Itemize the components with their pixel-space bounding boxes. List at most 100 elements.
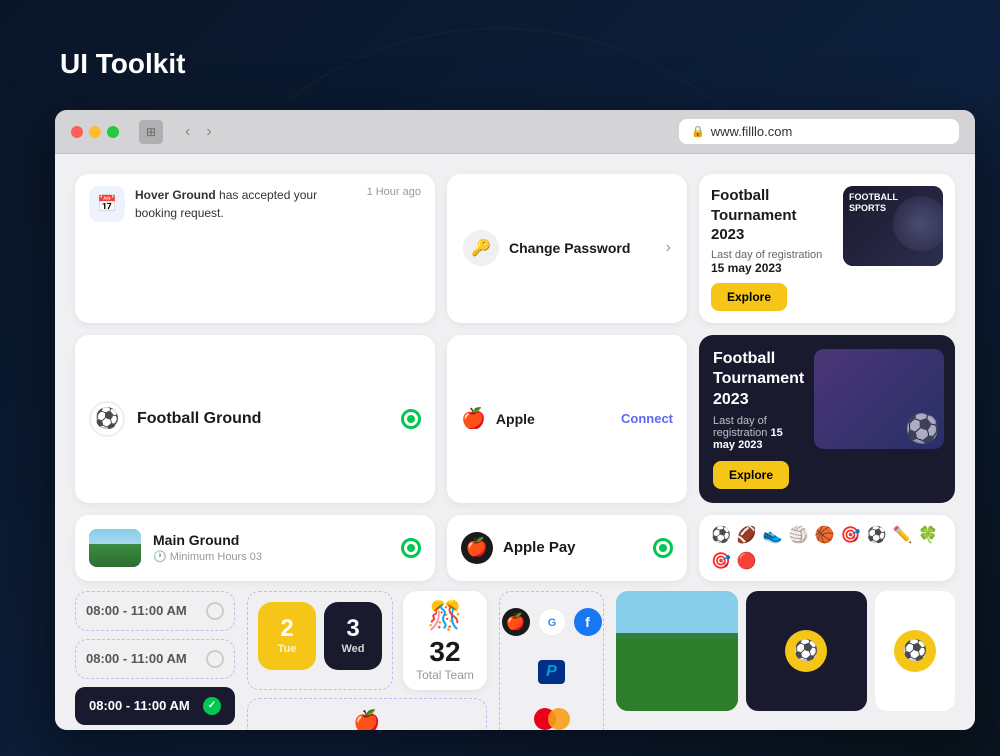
close-button[interactable] xyxy=(71,126,83,138)
tournament-dark-sub: Last day of registration 15 may 2023 xyxy=(713,415,804,451)
notification-icon: 📅 xyxy=(89,186,125,222)
apple-pay-card: 🍎 Apple Pay xyxy=(447,515,687,581)
apple-pay-name: Apple Pay xyxy=(503,539,643,556)
notification-text: Hover Ground has accepted your booking r… xyxy=(135,186,357,222)
apple-connect-card: 🍎 Apple Connect xyxy=(447,335,687,503)
soccer-ball-decoration: ⚽ xyxy=(905,412,940,445)
tournament-date: 15 may 2023 xyxy=(711,261,833,275)
social-logos: 🍎 G f xyxy=(496,602,608,642)
apple-pay-status xyxy=(653,538,673,558)
calendar-row: 2 Tue 3 Wed 🎊 32 Total Team xyxy=(247,591,487,690)
calendar-day-tue[interactable]: 2 Tue xyxy=(258,602,316,670)
apple-top-icon: 🍎 xyxy=(353,709,380,730)
mid-column: 2 Tue 3 Wed 🎊 32 Total Team xyxy=(247,591,487,730)
tournament-dark-inner: Football Tournament 2023 Last day of reg… xyxy=(713,349,941,489)
apple-logo-icon: 🍎 xyxy=(461,406,486,431)
bottom-images: ⚽ ⚽ xyxy=(616,591,955,711)
notification-sender: Hover Ground xyxy=(135,188,216,202)
address-bar[interactable]: 🔒 www.filllo.com xyxy=(679,119,959,144)
url-text: www.filllo.com xyxy=(711,124,793,139)
sport-icon-soccer: ⚽ xyxy=(711,525,731,545)
time-slot-3-radio[interactable] xyxy=(203,697,221,715)
payment-icons-box: 🍎 G f P xyxy=(499,591,604,730)
notification-card: 📅 Hover Ground has accepted your booking… xyxy=(75,174,435,323)
tournament-sub: Last day of registration xyxy=(711,249,833,261)
tournament-info: Football Tournament 2023 Last day of reg… xyxy=(711,186,833,311)
tournament-dark-card: Football Tournament 2023 Last day of reg… xyxy=(699,335,955,503)
page-title: UI Toolkit xyxy=(60,48,185,80)
paypal-row: P xyxy=(532,654,571,690)
apple-pay-icon: 🍎 xyxy=(461,532,493,564)
password-label: Change Password xyxy=(509,240,656,256)
cal-day-2-num: 2 xyxy=(280,617,293,641)
field-image-card xyxy=(616,591,738,711)
browser-chrome: ⊞ ‹ › 🔒 www.filllo.com xyxy=(55,110,975,154)
apple-brand-icon: 🍎 xyxy=(502,608,530,636)
row4: 08:00 - 11:00 AM 08:00 - 11:00 AM 08:00 … xyxy=(75,591,955,730)
calendar-days: 2 Tue 3 Wed xyxy=(247,591,393,690)
change-password-card[interactable]: 🔑 Change Password › xyxy=(447,174,687,323)
browser-content: 📅 Hover Ground has accepted your booking… xyxy=(55,154,975,730)
time-slot-3[interactable]: 08:00 - 11:00 AM xyxy=(75,687,235,725)
sport-icon-volleyball: 🏐 xyxy=(789,525,809,545)
tournament-image-text: FOOTBALLSPORTS xyxy=(849,192,898,214)
sidebar-toggle-icon[interactable]: ⊞ xyxy=(139,120,163,144)
tournament-dark-title: Football Tournament 2023 xyxy=(713,349,804,411)
time-slot-2-radio[interactable] xyxy=(206,650,224,668)
sport-icon-dart: 🎯 xyxy=(711,551,731,571)
logo-card: ⚽ xyxy=(875,591,955,711)
tournament-title: Football Tournament 2023 xyxy=(711,186,833,245)
tournament-dark-image: ⚽ xyxy=(814,349,944,449)
chevron-right-icon: › xyxy=(666,239,671,257)
apple-row: 🍎 xyxy=(258,709,476,730)
time-slot-1[interactable]: 08:00 - 11:00 AM xyxy=(75,591,235,631)
football-ground-card[interactable]: ⚽ Football Ground xyxy=(75,335,435,503)
sport-icon-soccer2: ⚽ xyxy=(867,525,887,545)
row2: ⚽ Football Ground 🍎 Apple Connect Footba… xyxy=(75,335,955,503)
password-icon: 🔑 xyxy=(463,230,499,266)
sport-icon-basketball: 🏀 xyxy=(815,525,835,545)
team-count-number: 32 xyxy=(429,636,460,668)
venue-info: Main Ground 🕐 Minimum Hours 03 xyxy=(153,532,389,563)
connect-button[interactable]: Connect xyxy=(621,411,673,426)
sport-icon-clover: 🍀 xyxy=(918,525,938,545)
mastercard-row xyxy=(528,702,576,730)
row3: Main Ground 🕐 Minimum Hours 03 🍎 Apple P… xyxy=(75,515,955,581)
time-slot-1-radio[interactable] xyxy=(206,602,224,620)
tournament-dark-info: Football Tournament 2023 Last day of reg… xyxy=(713,349,804,489)
explore-dark-button[interactable]: Explore xyxy=(713,461,789,489)
main-ground-card[interactable]: Main Ground 🕐 Minimum Hours 03 xyxy=(75,515,435,581)
football-ground-name: Football Ground xyxy=(137,410,389,428)
time-slots-column: 08:00 - 11:00 AM 08:00 - 11:00 AM 08:00 … xyxy=(75,591,235,725)
forward-button[interactable]: › xyxy=(200,121,217,143)
sport-icon-shoe: 👟 xyxy=(763,525,783,545)
sports-list-box: 🍎 ⚽ Football 🎾 Tennis xyxy=(247,698,487,730)
notification-time: 1 Hour ago xyxy=(367,186,421,198)
minimize-button[interactable] xyxy=(89,126,101,138)
brand-card: ⚽ xyxy=(746,591,868,711)
back-button[interactable]: ‹ xyxy=(179,121,196,143)
time-slot-2[interactable]: 08:00 - 11:00 AM xyxy=(75,639,235,679)
logo-yellow-circle: ⚽ xyxy=(894,630,936,672)
yellow-circle-icon: ⚽ xyxy=(785,630,827,672)
google-brand-icon: G xyxy=(538,608,566,636)
active-status-dot xyxy=(401,409,421,429)
time-slot-1-text: 08:00 - 11:00 AM xyxy=(86,603,187,618)
address-bar-wrapper: 🔒 www.filllo.com xyxy=(230,119,959,144)
clock-icon: 🕐 xyxy=(153,550,167,563)
sport-icon-dot: 🔴 xyxy=(737,551,757,571)
venue-name: Main Ground xyxy=(153,532,389,548)
lock-icon: 🔒 xyxy=(691,125,705,138)
football-icon: ⚽ xyxy=(89,401,125,437)
calendar-day-wed[interactable]: 3 Wed xyxy=(324,602,382,670)
explore-button[interactable]: Explore xyxy=(711,283,787,311)
cal-day-2-name: Tue xyxy=(278,643,297,655)
traffic-lights xyxy=(71,126,119,138)
time-slot-2-text: 08:00 - 11:00 AM xyxy=(86,651,187,666)
maximize-button[interactable] xyxy=(107,126,119,138)
venue-status-dot xyxy=(401,538,421,558)
sport-icons-card: ⚽ 🏈 👟 🏐 🏀 🎯 ⚽ ✏️ 🍀 🎯 🔴 xyxy=(699,515,955,581)
sport-icon-target: 🎯 xyxy=(841,525,861,545)
cal-day-3-num: 3 xyxy=(346,617,359,641)
paypal-icon: P xyxy=(538,660,565,684)
